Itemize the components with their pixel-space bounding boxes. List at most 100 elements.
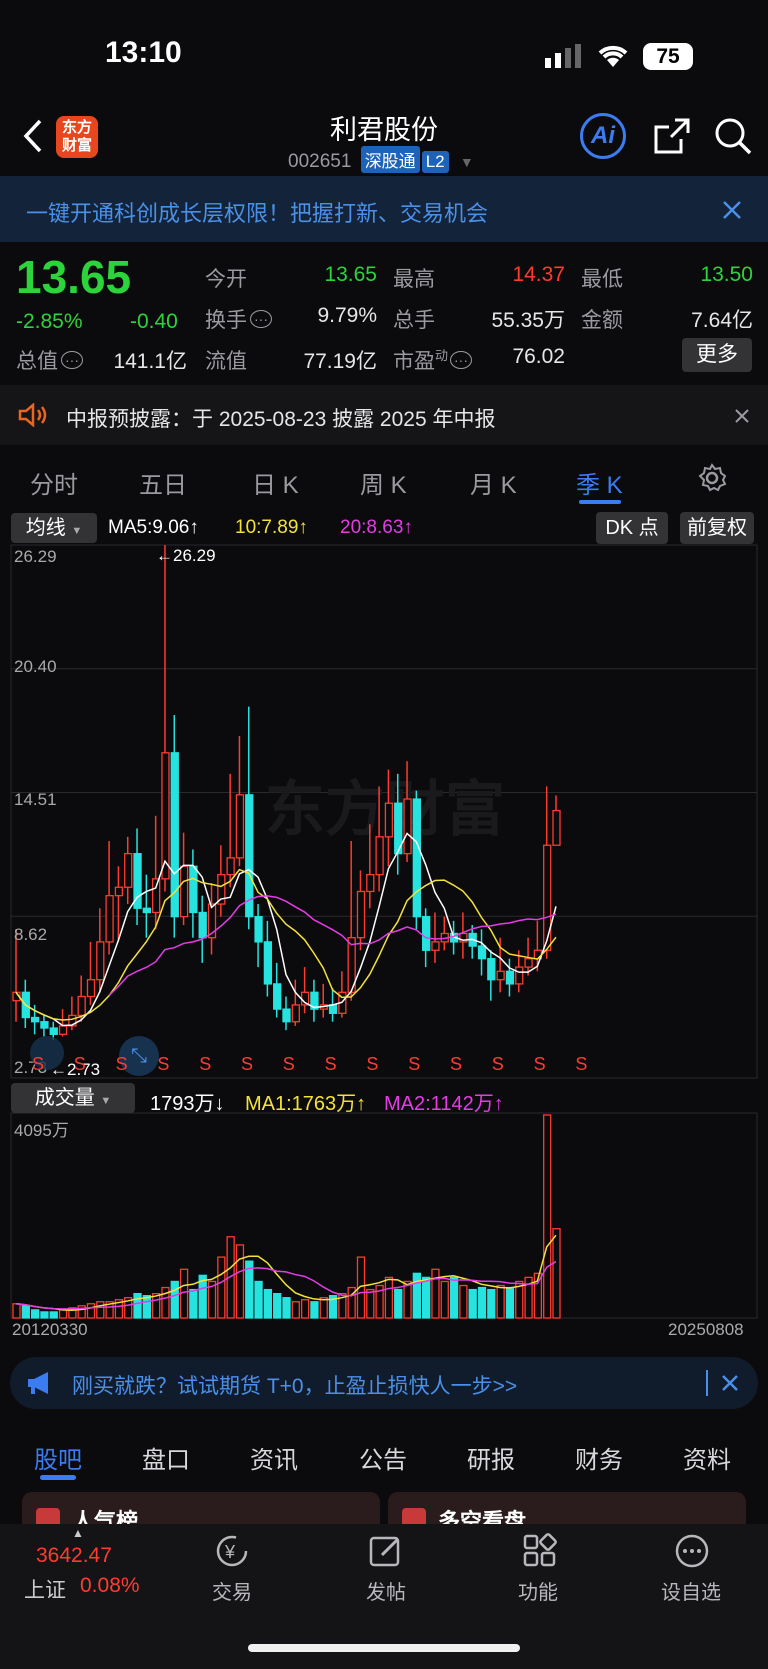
- signal-s: S: [199, 1054, 212, 1074]
- promo-text[interactable]: 一键开通科创成长层权限！把握打新、交易机会: [26, 196, 488, 228]
- volume-bar: [477, 1286, 487, 1319]
- kline-chart[interactable]: 东方财富: [0, 505, 768, 1325]
- candle-body: [161, 752, 170, 880]
- trade-icon[interactable]: ¥: [213, 1533, 251, 1574]
- tab-post[interactable]: 发帖: [366, 1576, 406, 1605]
- volume-bar: [300, 1299, 310, 1319]
- battery-indicator: 75: [643, 43, 693, 70]
- volume-selector[interactable]: 成交量 ▼: [11, 1083, 135, 1113]
- y-label-0: 26.29: [14, 547, 57, 566]
- signal-row: SSSSSSSSSSSSSS: [0, 1054, 768, 1076]
- volume-bar: [21, 1305, 30, 1319]
- volume-bar: [468, 1288, 477, 1319]
- candle-body: [328, 1004, 338, 1014]
- candle-body: [77, 995, 86, 1017]
- subtab-pankou[interactable]: 盘口: [142, 1440, 190, 1475]
- wifi-icon: [596, 42, 630, 73]
- index-change[interactable]: 0.08%: [80, 1574, 140, 1598]
- candle-body: [543, 844, 552, 951]
- share-icon[interactable]: [653, 117, 691, 160]
- volume-bar: [86, 1303, 96, 1319]
- volume-bar: [254, 1280, 263, 1319]
- subtab-news[interactable]: 资讯: [250, 1440, 298, 1475]
- volume-bar: [366, 1288, 375, 1319]
- settings-icon[interactable]: [697, 463, 727, 498]
- stock-code: 002651: [288, 151, 352, 172]
- volume-bar: [282, 1297, 291, 1319]
- tab-functions[interactable]: 功能: [518, 1576, 558, 1605]
- banner-divider: [706, 1370, 708, 1396]
- signal-s: S: [366, 1054, 379, 1074]
- tag-connect: 深股通: [360, 146, 420, 173]
- candle-body: [179, 865, 189, 918]
- close-icon[interactable]: [722, 200, 742, 225]
- volume-bar: [49, 1311, 58, 1319]
- volume-bar: [291, 1301, 300, 1319]
- post-icon[interactable]: [368, 1533, 404, 1574]
- high-label: 最高: [393, 268, 435, 291]
- add-watchlist-icon[interactable]: [674, 1533, 710, 1574]
- volume-ma1: MA1:1763万↑: [245, 1093, 367, 1115]
- subtab-research[interactable]: 研报: [467, 1440, 515, 1475]
- volume-bar: [142, 1295, 151, 1319]
- tab-intraday[interactable]: 分时: [30, 465, 78, 500]
- subtab-guba[interactable]: 股吧: [34, 1440, 82, 1475]
- futures-banner-text[interactable]: 刚买就跌？试试期货 T+0，止盈止损快人一步>>: [72, 1370, 517, 1400]
- more-button[interactable]: 更多: [682, 338, 752, 372]
- candle-body: [235, 794, 245, 859]
- tab-5day[interactable]: 五日: [139, 465, 187, 500]
- signal-s: S: [115, 1054, 128, 1074]
- tab-week[interactable]: 周 K: [360, 465, 407, 500]
- notice-close-icon[interactable]: [735, 409, 749, 428]
- volume-bar: [152, 1292, 161, 1319]
- volume-bar: [235, 1244, 245, 1319]
- open-label: 今开: [205, 268, 247, 291]
- signal-s: S: [491, 1054, 504, 1074]
- search-icon[interactable]: [713, 116, 753, 161]
- candle-body: [142, 907, 151, 914]
- tab-trade[interactable]: 交易: [212, 1576, 252, 1605]
- volume-bar: [384, 1276, 394, 1319]
- subtab-profile[interactable]: 资料: [683, 1440, 731, 1475]
- candle-body: [263, 941, 273, 985]
- svg-text:¥: ¥: [224, 1542, 236, 1562]
- index-value[interactable]: 3642.47: [36, 1544, 112, 1568]
- candle-body: [282, 1008, 291, 1023]
- volume-bar: [543, 1114, 552, 1319]
- mktcap-value: 141.1亿: [113, 350, 187, 373]
- signal-s: S: [324, 1054, 337, 1074]
- stock-code-row[interactable]: 002651 深股通 L2 ▼: [288, 146, 474, 173]
- notice-text[interactable]: 中报预披露：于 2025-08-23 披露 2025 年中报: [66, 403, 495, 433]
- home-indicator: [248, 1644, 520, 1652]
- candle-body: [58, 1025, 68, 1035]
- volume-bar: [459, 1284, 468, 1319]
- candle-body: [124, 852, 133, 888]
- signal-s: S: [32, 1054, 45, 1074]
- pe-label: 市盈动 ···: [393, 345, 473, 375]
- banner-close-icon[interactable]: [722, 1375, 738, 1396]
- volume-bar: [431, 1268, 440, 1319]
- candle-body: [30, 1016, 40, 1023]
- float-label: 流值: [205, 350, 247, 373]
- high-value: 14.37: [512, 263, 565, 286]
- candle-body: [375, 836, 384, 876]
- volume-bar: [319, 1297, 328, 1319]
- tab-quarter[interactable]: 季 K: [576, 465, 623, 500]
- tab-month[interactable]: 月 K: [470, 465, 517, 500]
- y-label-3: 8.62: [14, 925, 48, 944]
- tab-add-watchlist[interactable]: 设自选: [661, 1576, 721, 1605]
- index-name[interactable]: 上证: [24, 1574, 66, 1604]
- volume-bar: [412, 1272, 421, 1319]
- tab-day[interactable]: 日 K: [252, 465, 299, 500]
- x-start-date: 20120330: [12, 1320, 88, 1339]
- dropdown-icon: ▼: [459, 154, 474, 170]
- subtab-announcement[interactable]: 公告: [359, 1440, 407, 1475]
- volume-value: 55.35万: [491, 309, 565, 332]
- functions-icon[interactable]: [522, 1533, 558, 1574]
- turnover-value: 9.79%: [317, 304, 377, 327]
- subtab-finance[interactable]: 财务: [575, 1440, 623, 1475]
- candle-body: [356, 890, 366, 939]
- candle-body: [487, 958, 496, 981]
- ai-button[interactable]: Ai: [580, 113, 626, 159]
- candle-body: [254, 916, 263, 943]
